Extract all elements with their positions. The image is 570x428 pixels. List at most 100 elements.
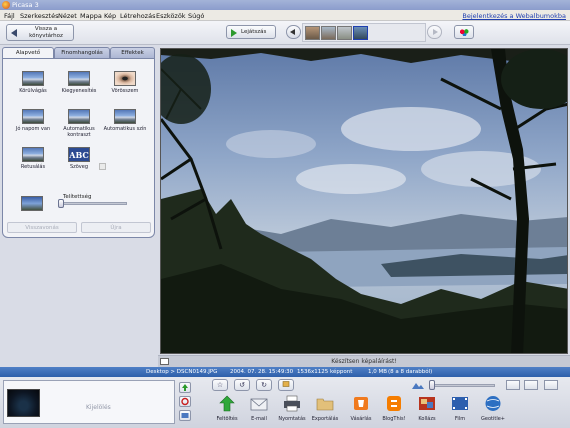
- collage-label: Kollázs: [418, 416, 436, 422]
- export-label: Exportálás: [311, 416, 339, 422]
- fill-light-label: Telítettség: [63, 194, 92, 200]
- print-button[interactable]: Nyomtatás: [277, 395, 307, 422]
- menu-help[interactable]: Súgó: [188, 12, 204, 20]
- star-button[interactable]: ☆: [212, 379, 228, 391]
- clear-tray-button[interactable]: [179, 396, 191, 407]
- upload-button[interactable]: Feltöltés: [212, 395, 242, 422]
- straighten-tool[interactable]: Kiegyenesítés: [59, 71, 99, 99]
- basic-fixes-box: Körülvágás Kiegyenesítés Vörösszem Jó na…: [2, 58, 155, 238]
- crop-label: Körülvágás: [19, 88, 47, 94]
- tag-button[interactable]: [278, 379, 294, 391]
- retouch-icon: [22, 147, 44, 162]
- menu-create[interactable]: Létrehozás: [120, 12, 155, 20]
- tag-icon: [282, 381, 290, 387]
- menu-picture[interactable]: Kép: [104, 12, 116, 20]
- menu-folder[interactable]: Mappa: [80, 12, 102, 20]
- title-bar: Picasa 3: [0, 0, 570, 10]
- shop-icon: [354, 397, 368, 410]
- blogthis-label: BlogThis!: [382, 416, 406, 422]
- status-date: 2004. 07. 28. 15:49:30: [230, 369, 294, 375]
- straighten-icon: [68, 71, 90, 86]
- movie-label: Film: [454, 416, 466, 422]
- collage-icon: [419, 397, 435, 410]
- auto-color-tool[interactable]: Automatikus szín: [104, 109, 146, 137]
- im-feeling-lucky-tool[interactable]: Jó napom van: [13, 109, 53, 137]
- filmstrip-thumbnail[interactable]: [305, 26, 320, 40]
- green-pin-icon: [182, 384, 188, 391]
- landscape-photo-image: [161, 49, 567, 353]
- film-icon: [452, 397, 468, 410]
- print-label: Nyomtatás: [278, 416, 306, 422]
- im-feeling-lucky-label: Jó napom van: [15, 126, 51, 132]
- retouch-tool[interactable]: Retusálás: [13, 147, 53, 175]
- email-button[interactable]: E-mail: [244, 395, 274, 422]
- album-icon: [181, 413, 189, 418]
- signin-link[interactable]: Bejelentkezés a Webalbumokba: [462, 12, 566, 20]
- auto-contrast-tool[interactable]: Automatikus kontraszt: [59, 109, 99, 138]
- previous-photo-button[interactable]: [286, 25, 301, 39]
- back-to-library-button[interactable]: Vissza a könyvtárhoz: [6, 24, 74, 41]
- disabled-option-checkbox: [99, 163, 106, 170]
- status-size: 1,0 MB: [368, 369, 388, 375]
- fill-light-slider-knob[interactable]: [58, 199, 64, 208]
- next-photo-button[interactable]: [427, 25, 442, 39]
- tray-label: Kijelölés: [86, 404, 111, 411]
- status-path: Desktop > DSCN0149.JPG: [146, 369, 218, 375]
- play-icon: [231, 29, 237, 37]
- clear-icon: [181, 397, 189, 406]
- fill-light-slider[interactable]: [59, 202, 127, 205]
- selection-tray: Kijelölés: [3, 380, 175, 424]
- slideshow-button[interactable]: Lejátszás: [226, 25, 276, 39]
- movie-button[interactable]: Film: [445, 395, 475, 422]
- crop-tool[interactable]: Körülvágás: [13, 71, 53, 99]
- geotag-button[interactable]: Geotitle+: [478, 395, 508, 422]
- slideshow-label: Lejátszás: [241, 29, 267, 35]
- im-feeling-lucky-icon: [22, 109, 44, 124]
- rotate-left-button[interactable]: ↺: [234, 379, 250, 391]
- collage-button[interactable]: Kollázs: [412, 395, 442, 422]
- filmstrip-thumbnail-selected[interactable]: [353, 26, 368, 40]
- redo-button[interactable]: Újra: [81, 222, 151, 233]
- blogthis-button[interactable]: BlogThis!: [379, 395, 409, 422]
- thumbnail-zoom-slider[interactable]: [433, 384, 495, 387]
- shop-label: Vásárlás: [350, 416, 372, 422]
- filmstrip-thumbnail[interactable]: [321, 26, 336, 40]
- view-mode-button-3[interactable]: [544, 380, 558, 390]
- undo-button[interactable]: Visszavonás: [7, 222, 77, 233]
- tray-thumbnail[interactable]: [7, 389, 40, 417]
- retouch-label: Retusálás: [20, 164, 46, 170]
- auto-contrast-icon: [68, 109, 90, 124]
- main-photo[interactable]: [160, 48, 568, 354]
- menu-bar: Fájl Szerkesztés Nézet Mappa Kép Létreho…: [0, 10, 570, 21]
- thumbnail-zoom-knob[interactable]: [429, 380, 435, 390]
- menu-edit[interactable]: Szerkesztés: [20, 12, 58, 20]
- text-tool[interactable]: ABC Szöveg: [59, 147, 99, 175]
- menu-tools[interactable]: Eszközök: [156, 12, 186, 20]
- shop-button[interactable]: Vásárlás: [346, 395, 376, 422]
- rotate-right-button[interactable]: ↻: [256, 379, 272, 391]
- auto-contrast-label: Automatikus kontraszt: [63, 126, 95, 138]
- view-mode-button-1[interactable]: [506, 380, 520, 390]
- caption-bar[interactable]: Készítsen képaláírást!: [158, 355, 570, 367]
- geotag-label: Geotitle+: [481, 416, 505, 422]
- back-to-library-label: Vissza a könyvtárhoz: [29, 26, 63, 39]
- export-button[interactable]: Exportálás: [310, 395, 340, 422]
- view-mode-button-2[interactable]: [524, 380, 538, 390]
- menu-view[interactable]: Nézet: [58, 12, 77, 20]
- filmstrip-thumbnail[interactable]: [337, 26, 352, 40]
- upload-icon: [219, 395, 235, 412]
- hold-button[interactable]: [179, 382, 191, 393]
- filmstrip: [302, 23, 426, 42]
- menu-file[interactable]: Fájl: [4, 12, 15, 20]
- picture-tools-button[interactable]: [454, 25, 474, 39]
- status-bar: Desktop > DSCN0149.JPG 2004. 07. 28. 15:…: [0, 367, 570, 377]
- redeye-tool[interactable]: Vörösszem: [105, 71, 145, 99]
- text-label: Szöveg: [69, 164, 89, 170]
- redeye-icon: [114, 71, 136, 86]
- edit-panel: Alapvető javítások Finomhangolás Effekte…: [0, 45, 158, 367]
- photo-tray: Kijelölés ☆ ↺ ↻ Feltöltés E-mail Nyomtat…: [0, 377, 570, 428]
- status-count: (8 a 8 darabból): [388, 369, 433, 375]
- add-to-album-button[interactable]: [179, 410, 191, 421]
- crop-icon: [22, 71, 44, 86]
- straighten-label: Kiegyenesítés: [61, 88, 97, 94]
